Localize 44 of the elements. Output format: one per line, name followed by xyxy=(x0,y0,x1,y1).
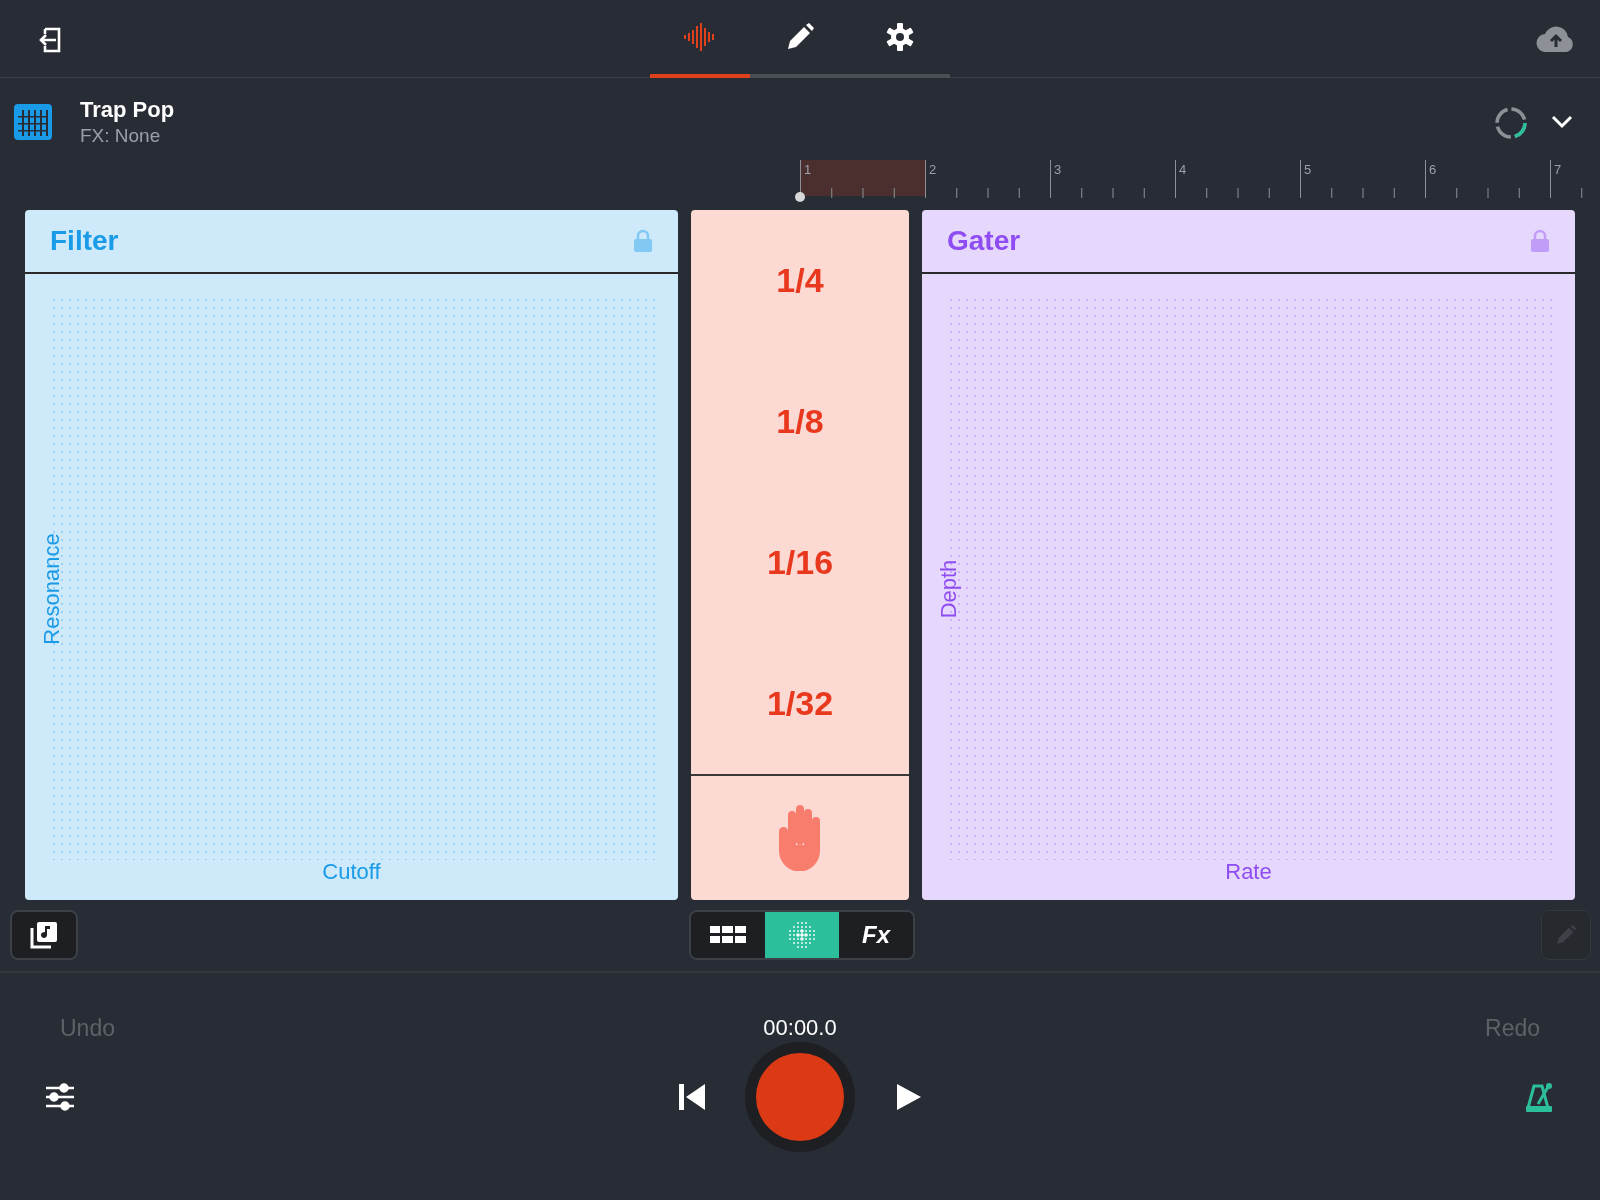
hand-icon xyxy=(779,805,821,871)
grid-icon xyxy=(710,926,746,944)
pencil-icon xyxy=(1555,924,1577,946)
bar-number: 6 xyxy=(1429,161,1437,179)
sliders-icon xyxy=(45,1083,75,1111)
bar-number: 3 xyxy=(1054,161,1062,179)
bar-number: 1 xyxy=(804,161,812,179)
pad-title: Gater xyxy=(947,224,1021,258)
cloud-upload-icon xyxy=(1536,25,1576,53)
rate-button[interactable]: 1/32 xyxy=(691,633,909,774)
music-library-icon xyxy=(30,921,58,949)
track-fx: FX: None xyxy=(80,124,161,148)
y-axis-label: Resonance xyxy=(37,533,65,645)
dots-tab[interactable] xyxy=(765,912,839,958)
bar-number: 5 xyxy=(1304,161,1312,179)
skip-back-icon xyxy=(678,1083,706,1111)
pencil-icon xyxy=(785,22,815,52)
chevron-down-icon xyxy=(1551,115,1573,129)
playhead-marker xyxy=(795,192,805,202)
play-icon xyxy=(896,1083,922,1111)
x-axis-label: Cutoff xyxy=(322,858,381,886)
skip-back-button[interactable] xyxy=(676,1081,708,1113)
x-axis-label: Rate xyxy=(1225,858,1272,886)
y-axis-label: Depth xyxy=(934,559,962,619)
rate-button[interactable]: 1/8 xyxy=(691,351,909,492)
track-name: Trap Pop xyxy=(80,96,175,124)
xy-pad[interactable]: Gater Rate Depth xyxy=(922,210,1575,900)
waveform-icon xyxy=(683,22,717,52)
rate-button[interactable]: 1/4 xyxy=(691,210,909,351)
progress-ring-icon xyxy=(1494,106,1528,140)
library-button[interactable] xyxy=(10,910,78,960)
lock-icon xyxy=(1530,229,1550,253)
settings-icon xyxy=(885,22,915,52)
rate-button[interactable]: 1/16 xyxy=(691,492,909,633)
xy-pad[interactable]: Filter Cutoff Resonance xyxy=(25,210,678,900)
bar-number: 7 xyxy=(1554,161,1562,179)
drum-pad-icon xyxy=(14,104,52,140)
bar-number: 2 xyxy=(929,161,937,179)
pad-title: Filter xyxy=(50,224,119,258)
lock-icon xyxy=(633,229,653,253)
dots-icon xyxy=(789,922,815,948)
bar-number: 4 xyxy=(1179,161,1187,179)
time-display: 00:00.0 xyxy=(763,1014,837,1042)
metronome-icon xyxy=(1526,1082,1554,1112)
